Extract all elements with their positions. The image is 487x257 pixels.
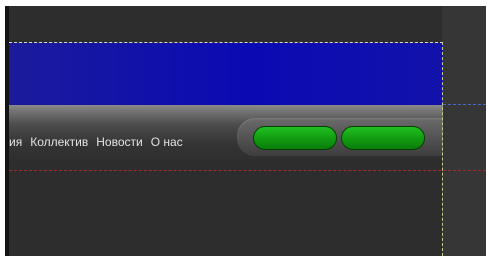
nav-links: ия Коллектив Новости О нас	[9, 132, 183, 152]
guide-line-vertical	[442, 42, 443, 256]
header-banner	[9, 43, 443, 105]
guide-line-red	[9, 170, 486, 171]
green-button-2[interactable]	[341, 126, 425, 150]
button-container	[237, 118, 443, 156]
green-button-1[interactable]	[253, 126, 337, 150]
right-panel	[442, 6, 486, 256]
nav-link-kollektiv[interactable]: Коллектив	[30, 135, 88, 149]
nav-link-o-nas[interactable]: О нас	[151, 135, 183, 149]
nav-link-partial[interactable]: ия	[9, 135, 22, 149]
guide-line-blue	[443, 104, 486, 105]
guide-line-top	[9, 42, 443, 43]
nav-link-novosti[interactable]: Новости	[96, 135, 142, 149]
